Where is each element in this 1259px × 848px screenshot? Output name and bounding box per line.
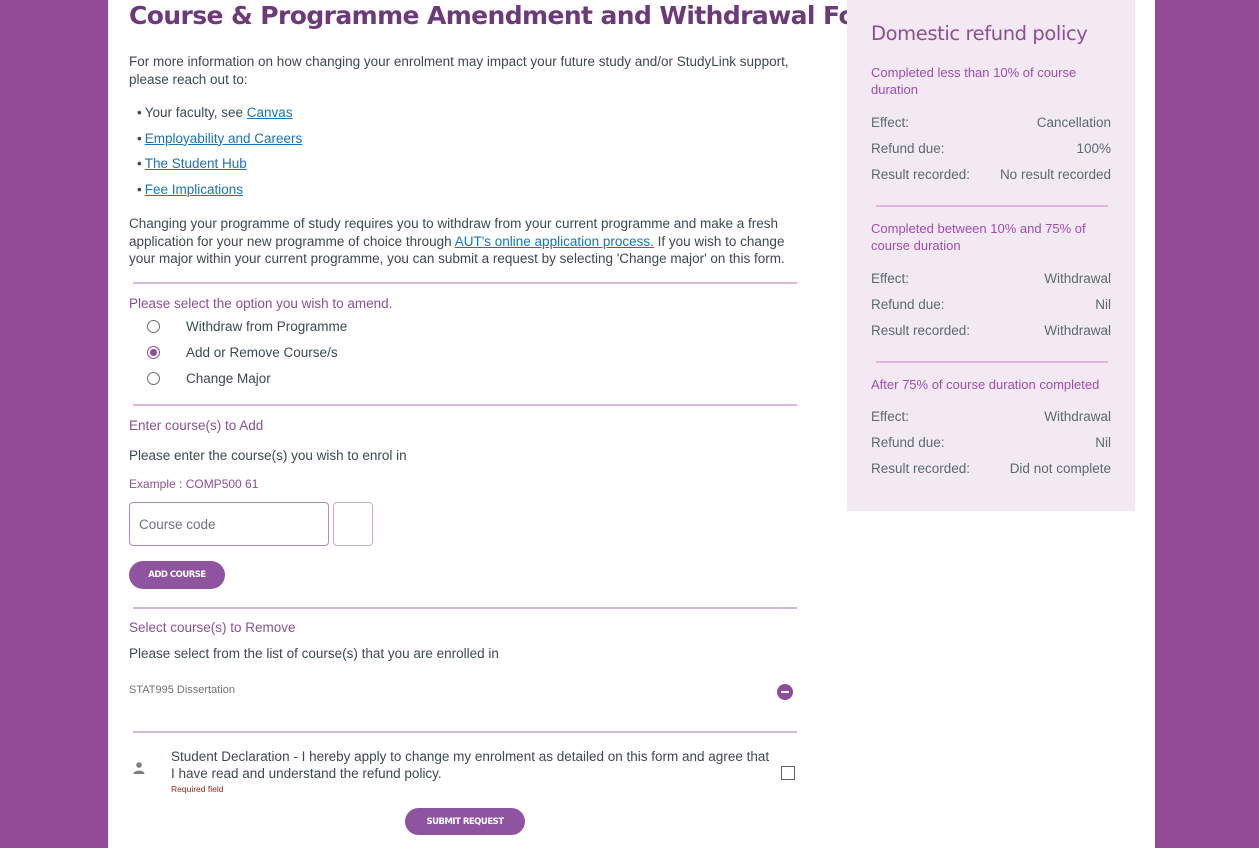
enrolled-course-item: STAT995 Dissertation bbox=[129, 684, 793, 700]
amend-option-label: Please select the option you wish to ame… bbox=[129, 296, 393, 311]
declaration-checkbox[interactable] bbox=[781, 766, 795, 780]
policy-row: Refund due: 100% bbox=[871, 141, 1111, 156]
section-divider bbox=[133, 607, 797, 609]
policy-row: Result recorded: Withdrawal bbox=[871, 323, 1111, 338]
student-declaration-text: Student Declaration - I hereby apply to … bbox=[171, 749, 770, 781]
policy-divider bbox=[876, 361, 1108, 363]
refund-policy-panel: Domestic refund policy Completed less th… bbox=[847, 0, 1135, 511]
radio-button[interactable] bbox=[147, 371, 160, 385]
contact-item: • The Student Hub bbox=[137, 156, 247, 172]
contact-item: • Your faculty, see Canvas bbox=[137, 105, 293, 120]
course-code-example: Example : COMP500 61 bbox=[129, 477, 259, 491]
canvas-link[interactable]: Canvas bbox=[247, 105, 293, 120]
policy-row: Result recorded: Did not complete bbox=[871, 461, 1111, 476]
add-course-instruction: Please enter the course(s) you wish to e… bbox=[129, 448, 407, 463]
page-title: Course & Programme Amendment and Withdra… bbox=[129, 1, 893, 30]
policy-divider bbox=[876, 205, 1108, 207]
contact-item: • Employability and Careers bbox=[137, 130, 303, 146]
refund-policy-title: Domestic refund policy bbox=[871, 22, 1088, 45]
intro-text: For more information on how changing you… bbox=[129, 54, 789, 87]
section-divider bbox=[133, 404, 797, 406]
course-name: STAT995 Dissertation bbox=[129, 684, 235, 696]
policy-section-heading: Completed between 10% and 75% of course … bbox=[871, 221, 1086, 253]
policy-row: Refund due: Nil bbox=[871, 435, 1111, 450]
radio-add-remove-course[interactable]: Add or Remove Course/s bbox=[147, 342, 338, 362]
remove-course-instruction: Please select from the list of course(s)… bbox=[129, 646, 499, 661]
radio-withdraw-programme[interactable]: Withdraw from Programme bbox=[147, 316, 347, 336]
policy-row: Effect: Cancellation bbox=[871, 115, 1111, 130]
required-field-error: Required field bbox=[171, 784, 224, 794]
policy-row: Result recorded: No result recorded bbox=[871, 167, 1111, 182]
policy-section-heading: After 75% of course duration completed bbox=[871, 377, 1100, 392]
change-programme-text: Changing your programme of study require… bbox=[129, 216, 785, 266]
course-code-input[interactable] bbox=[129, 502, 329, 546]
submit-request-button[interactable]: SUBMIT REQUEST bbox=[405, 808, 525, 835]
policy-section-heading: Completed less than 10% of course durati… bbox=[871, 65, 1077, 97]
section-divider bbox=[133, 731, 797, 733]
remove-course-heading: Select course(s) to Remove bbox=[129, 620, 296, 635]
policy-row: Effect: Withdrawal bbox=[871, 409, 1111, 424]
person-icon bbox=[133, 762, 145, 774]
radio-change-major[interactable]: Change Major bbox=[147, 368, 271, 388]
add-course-button[interactable]: ADD COURSE bbox=[129, 561, 225, 589]
policy-row: Refund due: Nil bbox=[871, 297, 1111, 312]
contact-list: • Your faculty, see Canvas • Employability… bbox=[137, 104, 302, 206]
policy-row: Effect: Withdrawal bbox=[871, 271, 1111, 286]
employability-careers-link[interactable]: Employability and Careers bbox=[145, 131, 303, 146]
remove-course-minus-icon[interactable] bbox=[777, 684, 793, 700]
course-occurrence-input[interactable] bbox=[333, 502, 373, 546]
section-divider bbox=[133, 282, 797, 284]
radio-button-selected[interactable] bbox=[147, 345, 160, 359]
fee-implications-link[interactable]: Fee Implications bbox=[145, 182, 243, 197]
radio-button[interactable] bbox=[147, 319, 160, 333]
student-hub-link[interactable]: The Student Hub bbox=[145, 156, 247, 171]
online-application-link[interactable]: AUT's online application process. bbox=[455, 234, 654, 249]
contact-item: • Fee Implications bbox=[137, 181, 244, 197]
add-course-heading: Enter course(s) to Add bbox=[129, 418, 264, 433]
page-container: Course & Programme Amendment and Withdra… bbox=[108, 0, 1155, 848]
